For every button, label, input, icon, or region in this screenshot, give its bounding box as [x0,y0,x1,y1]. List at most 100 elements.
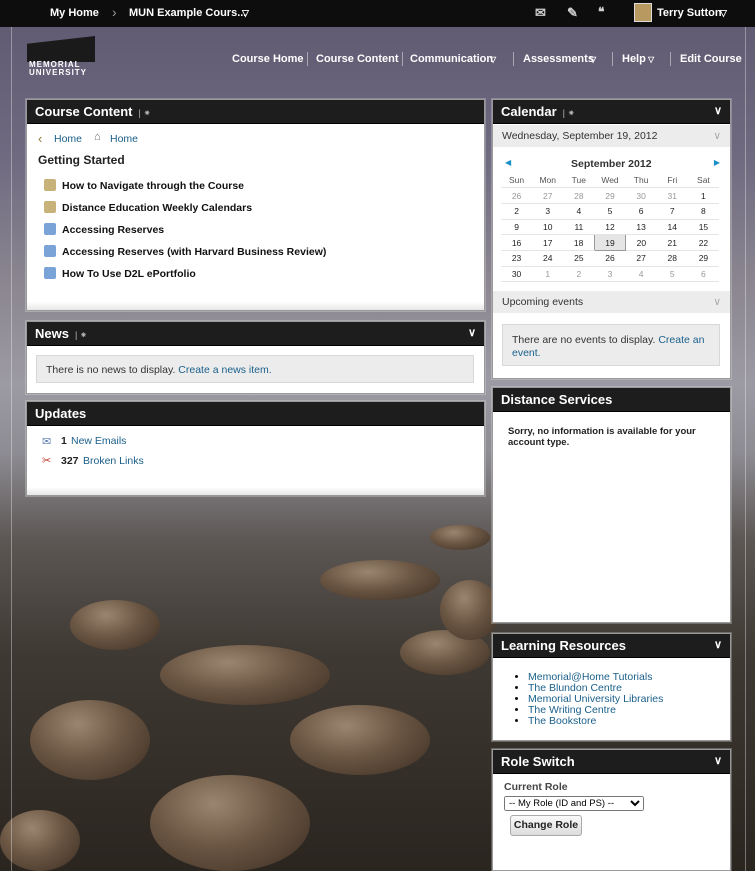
upcoming-events-header[interactable]: Upcoming events ∨ [493,291,730,313]
widget-header: Calendar | ⁕ ∨ [493,100,730,124]
calendar-day[interactable]: 20 [625,234,657,251]
menu-icon[interactable]: | ⁕ [563,108,575,119]
calendar-day[interactable]: 30 [501,266,533,283]
chevron-down-icon[interactable]: ∨ [468,326,476,339]
weekday-row: Sun Mon Tue Wed Thu Fri Sat [501,172,719,189]
chevron-down-icon[interactable]: ∨ [714,754,722,767]
chevron-down-icon[interactable]: ▽ [242,8,249,19]
resource-link[interactable]: The Bookstore [528,715,596,727]
next-month-icon[interactable]: ▶ [714,158,720,167]
nav-course-content[interactable]: Course Content [316,53,399,65]
university-logo[interactable]: MEMORIAL UNIVERSITY [27,36,97,77]
events-empty-message: There are no events to display. Create a… [502,324,720,366]
link-icon [44,179,56,191]
user-menu[interactable]: Terry Sutton [657,7,722,19]
chevron-down-icon[interactable]: ▽ [490,55,496,64]
calendar-day[interactable]: 13 [625,219,657,236]
content-item[interactable]: How To Use D2L ePortfolio [44,267,196,280]
role-select[interactable]: -- My Role (ID and PS) -- [504,796,644,811]
calendar-day[interactable]: 4 [625,266,657,283]
chevron-down-icon[interactable]: ∨ [714,638,722,651]
avatar[interactable] [634,3,652,22]
widget-title: Distance Services [501,392,613,407]
chevron-down-icon[interactable]: ▽ [590,55,596,64]
calendar-day[interactable]: 5 [594,203,626,220]
calendar-day[interactable]: 15 [687,219,719,236]
calendar-day[interactable]: 30 [625,187,657,204]
learning-resources-widget: Learning Resources ∨ Memorial@Home Tutori… [492,633,731,741]
calendar-day[interactable]: 3 [532,203,564,220]
calendar-day[interactable]: 17 [532,234,564,251]
nav-communication[interactable]: Communication [410,53,493,65]
calendar-day[interactable]: 8 [687,203,719,220]
calendar-day[interactable]: 14 [656,219,688,236]
news-empty-message: There is no news to display. Create a ne… [36,355,474,383]
calendar-day[interactable]: 23 [501,250,533,267]
calendar-day[interactable]: 1 [532,266,564,283]
calendar-day[interactable]: 6 [687,266,719,283]
nav-course-home[interactable]: Course Home [232,53,304,65]
notification-icon[interactable]: ✎ [567,5,578,21]
calendar-day[interactable]: 5 [656,266,688,283]
calendar-day[interactable]: 18 [563,234,595,251]
calendar-day[interactable]: 24 [532,250,564,267]
mail-icon[interactable]: ✉ [535,5,546,21]
calendar-day[interactable]: 2 [501,203,533,220]
email-count: 1 [61,435,67,447]
back-arrow-icon[interactable]: ‹ [38,131,42,146]
widget-title: Calendar [501,104,557,119]
prev-month-icon[interactable]: ◀ [505,158,511,167]
current-role-label: Current Role [504,781,568,793]
nav-help[interactable]: Help [622,53,646,65]
content-item[interactable]: Accessing Reserves (with Harvard Busines… [44,245,326,258]
calendar-day[interactable]: 4 [563,203,595,220]
breadcrumb-back[interactable]: Home [54,133,82,145]
calendar-day[interactable]: 26 [501,187,533,204]
calendar-day[interactable]: 29 [687,250,719,267]
calendar-day[interactable]: 16 [501,234,533,251]
chat-icon[interactable]: ❝ [598,5,604,19]
course-content-widget: Course Content | ⁕ ‹ Home ⌂ Home Getting … [26,99,485,311]
calendar-day[interactable]: 12 [594,219,626,236]
calendar-day[interactable]: 27 [532,187,564,204]
calendar-day[interactable]: 28 [563,187,595,204]
chevron-down-icon[interactable]: ∨ [714,104,722,117]
calendar-day-selected[interactable]: 19 [593,234,627,251]
calendar-day[interactable]: 22 [687,234,719,251]
calendar-day[interactable]: 11 [563,219,595,236]
nav-assessments[interactable]: Assessments [523,53,594,65]
calendar-day[interactable]: 25 [563,250,595,267]
chevron-down-icon[interactable]: ▽ [648,55,654,64]
new-emails-link[interactable]: New Emails [71,435,126,447]
nav-edit-course[interactable]: Edit Course [680,53,742,65]
broken-link-icon: ✂ [42,455,52,467]
change-role-button[interactable]: Change Role [510,815,582,836]
course-selector[interactable]: MUN Example Cours... [129,7,246,19]
calendar-day[interactable]: 26 [594,250,626,267]
calendar-day[interactable]: 3 [594,266,626,283]
calendar-day[interactable]: 6 [625,203,657,220]
calendar-day[interactable]: 21 [656,234,688,251]
chevron-down-icon[interactable]: ▽ [720,8,727,19]
calendar-day[interactable]: 27 [625,250,657,267]
calendar-date-header[interactable]: Wednesday, September 19, 2012 ∨ [493,125,730,147]
calendar-grid: Sun Mon Tue Wed Thu Fri Sat 26 27 28 29 30 31 1 2345… [501,172,719,283]
calendar-day[interactable]: 10 [532,219,564,236]
create-news-link[interactable]: Create a news item. [178,364,271,376]
calendar-day[interactable]: 31 [656,187,688,204]
calendar-day[interactable]: 1 [687,187,719,204]
breadcrumb-home[interactable]: Home [110,133,138,145]
calendar-day[interactable]: 2 [563,266,595,283]
my-home-link[interactable]: My Home [50,7,99,19]
menu-icon[interactable]: | ⁕ [139,108,151,119]
calendar-day[interactable]: 7 [656,203,688,220]
calendar-day[interactable]: 29 [594,187,626,204]
content-item[interactable]: Accessing Reserves [44,223,164,236]
calendar-day[interactable]: 28 [656,250,688,267]
calendar-day[interactable]: 9 [501,219,533,236]
broken-links-link[interactable]: Broken Links [83,455,144,467]
content-item[interactable]: Distance Education Weekly Calendars [44,201,252,214]
broken-links-count: 327 [61,455,79,467]
content-item[interactable]: How to Navigate through the Course [44,179,244,192]
menu-icon[interactable]: | ⁕ [75,330,87,341]
